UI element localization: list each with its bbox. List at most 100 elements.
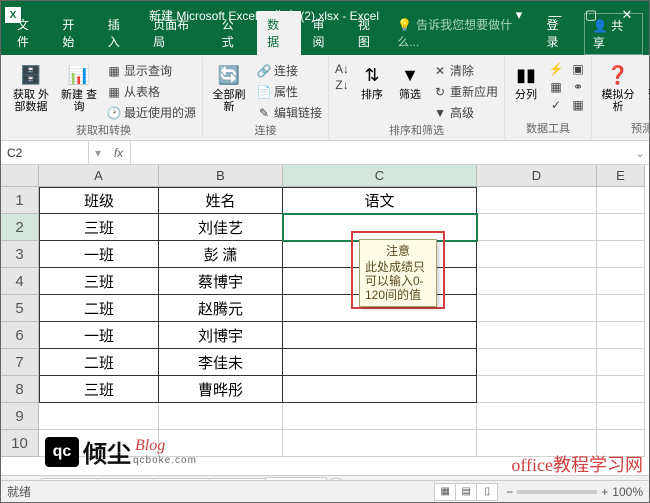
cell[interactable] — [477, 376, 597, 403]
cell[interactable]: 三班 — [39, 214, 159, 241]
remove-dup-button[interactable]: ▦ — [547, 79, 565, 95]
cell[interactable] — [597, 403, 645, 430]
row-header[interactable]: 2 — [1, 214, 39, 241]
cell[interactable] — [597, 322, 645, 349]
connections-button[interactable]: 🔗连接 — [255, 61, 324, 80]
col-header[interactable]: D — [477, 165, 597, 187]
cell[interactable] — [597, 295, 645, 322]
cell[interactable]: 姓名 — [159, 187, 283, 214]
edit-links-button[interactable]: ✎编辑链接 — [255, 103, 324, 122]
col-header[interactable]: C — [283, 165, 477, 187]
cell[interactable] — [597, 187, 645, 214]
tab-data[interactable]: 数据 — [257, 11, 300, 55]
cell[interactable] — [283, 349, 477, 376]
filter-button[interactable]: ▼筛选 — [393, 61, 427, 103]
tab-file[interactable]: 文件 — [7, 11, 50, 55]
tab-view[interactable]: 视图 — [348, 11, 391, 55]
manage-model-button[interactable]: ▦ — [569, 97, 587, 113]
cell[interactable]: 赵腾元 — [159, 295, 283, 322]
cell[interactable]: 二班 — [39, 349, 159, 376]
cell[interactable]: 刘佳艺 — [159, 214, 283, 241]
cell[interactable] — [477, 187, 597, 214]
cell[interactable] — [477, 214, 597, 241]
formula-input[interactable] — [131, 141, 631, 164]
zoom-level[interactable]: 100% — [612, 485, 643, 499]
name-box[interactable]: C2 — [1, 141, 89, 164]
recent-sources-button[interactable]: 🕑最近使用的源 — [105, 103, 198, 122]
share-button[interactable]: 👤 共享 — [584, 13, 643, 55]
show-queries-button[interactable]: ▦显示查询 — [105, 61, 198, 80]
zoom-slider[interactable] — [517, 490, 597, 494]
cell[interactable] — [597, 241, 645, 268]
cell[interactable] — [477, 268, 597, 295]
sort-desc-button[interactable]: Z↓ — [333, 77, 351, 93]
whatif-button[interactable]: ❓模拟分析 — [596, 61, 640, 115]
cell[interactable] — [477, 349, 597, 376]
expand-formula-icon[interactable]: ⌄ — [631, 146, 649, 160]
cell[interactable] — [159, 403, 283, 430]
cell[interactable] — [597, 349, 645, 376]
text-to-columns-button[interactable]: ▮▮分列 — [509, 61, 543, 103]
select-all-corner[interactable] — [1, 165, 39, 187]
row-header[interactable]: 9 — [1, 403, 39, 430]
tab-review[interactable]: 审阅 — [303, 11, 346, 55]
cell[interactable] — [477, 241, 597, 268]
sort-asc-button[interactable]: A↓ — [333, 61, 351, 77]
cell[interactable]: 李佳未 — [159, 349, 283, 376]
consolidate-button[interactable]: ▣ — [569, 61, 587, 77]
cell[interactable] — [283, 430, 477, 457]
row-header[interactable]: 10 — [1, 430, 39, 457]
cell[interactable]: 一班 — [39, 322, 159, 349]
advanced-button[interactable]: ▼高级 — [431, 103, 500, 122]
cell[interactable] — [283, 322, 477, 349]
flash-fill-button[interactable]: ⚡ — [547, 61, 565, 77]
cell[interactable]: 三班 — [39, 268, 159, 295]
cell[interactable]: 刘博宇 — [159, 322, 283, 349]
row-header[interactable]: 4 — [1, 268, 39, 295]
cell[interactable] — [283, 376, 477, 403]
cell[interactable] — [477, 403, 597, 430]
row-header[interactable]: 1 — [1, 187, 39, 214]
cell[interactable]: 班级 — [39, 187, 159, 214]
col-header[interactable]: A — [39, 165, 159, 187]
validation-button[interactable]: ✓ — [547, 97, 565, 113]
relations-button[interactable]: ⚭ — [569, 79, 587, 95]
row-header[interactable]: 7 — [1, 349, 39, 376]
view-normal-button[interactable]: ▦ — [434, 483, 456, 501]
tab-layout[interactable]: 页面布局 — [143, 11, 210, 55]
get-external-data-button[interactable]: 🗄️获取 外部数据 — [9, 61, 53, 115]
cell[interactable]: 蔡博宇 — [159, 268, 283, 295]
fx-button[interactable]: fx — [107, 141, 131, 164]
tab-formula[interactable]: 公式 — [212, 11, 255, 55]
properties-button[interactable]: 📄属性 — [255, 82, 324, 101]
cell[interactable]: 曹晔彤 — [159, 376, 283, 403]
cell[interactable] — [597, 268, 645, 295]
view-pagebreak-button[interactable]: ▯ — [476, 483, 498, 501]
col-header[interactable]: B — [159, 165, 283, 187]
new-query-button[interactable]: 📊新建 查询 — [57, 61, 101, 115]
cell[interactable]: 三班 — [39, 376, 159, 403]
zoom-control[interactable]: − + 100% — [506, 485, 643, 499]
reapply-button[interactable]: ↻重新应用 — [431, 82, 500, 101]
cell[interactable]: 二班 — [39, 295, 159, 322]
namebox-dropdown-icon[interactable]: ▾ — [89, 146, 107, 160]
cell[interactable] — [39, 403, 159, 430]
cell[interactable] — [477, 295, 597, 322]
login-link[interactable]: 登录 — [538, 11, 577, 55]
from-table-button[interactable]: ▦从表格 — [105, 82, 198, 101]
zoom-in-icon[interactable]: + — [601, 485, 608, 499]
cell[interactable] — [597, 376, 645, 403]
zoom-out-icon[interactable]: − — [506, 485, 513, 499]
tell-me[interactable]: 💡告诉我您想要做什么... — [393, 11, 534, 55]
refresh-all-button[interactable]: 🔄全部刷新 — [207, 61, 251, 115]
forecast-sheet-button[interactable]: 📈预测 工作表 — [644, 61, 650, 115]
clear-filter-button[interactable]: ✕清除 — [431, 61, 500, 80]
sort-button[interactable]: ⇅排序 — [355, 61, 389, 103]
cell[interactable] — [477, 322, 597, 349]
cell[interactable] — [597, 214, 645, 241]
tab-insert[interactable]: 插入 — [98, 11, 141, 55]
col-header[interactable]: E — [597, 165, 645, 187]
row-header[interactable]: 8 — [1, 376, 39, 403]
cell[interactable]: 一班 — [39, 241, 159, 268]
tab-home[interactable]: 开始 — [52, 11, 95, 55]
